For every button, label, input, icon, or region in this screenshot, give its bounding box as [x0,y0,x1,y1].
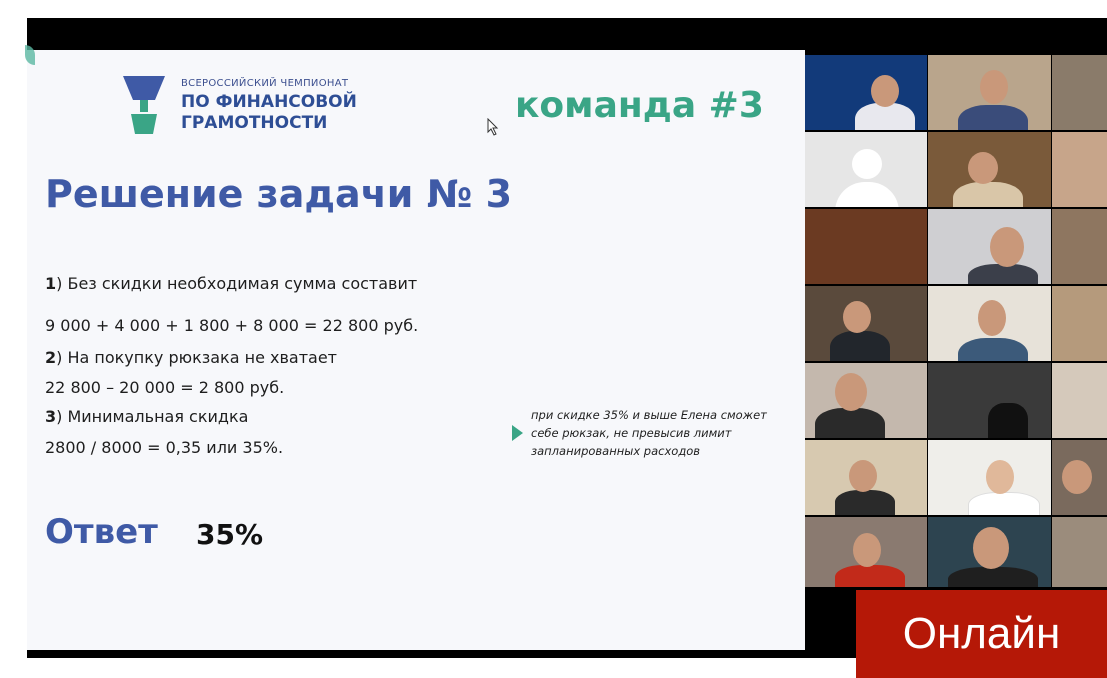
participant-video[interactable] [1052,286,1107,361]
step-number: 2 [45,348,57,367]
logo-line-3: ГРАМОТНОСТИ [181,113,328,133]
step-1: 1) Без скидки необходимая сумма составит [45,274,417,293]
championship-logo: ВСЕРОССИЙСКИЙ ЧЕМПИОНАТ ПО ФИНАНСОВОЙ ГР… [121,74,401,140]
participants-video-grid [805,55,1107,587]
team-label: команда #3 [515,85,764,126]
step-2: 2) На покупку рюкзака не хватает [45,348,337,367]
step-1-calc: 9 000 + 4 000 + 1 800 + 8 000 = 22 800 р… [45,316,419,335]
participant-video[interactable] [928,286,1051,361]
participant-video[interactable] [1052,132,1107,207]
participant-video[interactable] [805,517,927,587]
online-badge: Онлайн [856,590,1107,678]
participant-video[interactable] [928,209,1051,284]
cup-icon [123,76,165,134]
answer-label: Ответ [45,512,158,552]
participant-video[interactable] [928,132,1051,207]
answer-value: 35% [196,518,264,551]
participant-video[interactable] [1052,55,1107,130]
participant-video[interactable] [805,209,927,284]
note-line: запланированных расходов [531,444,701,458]
step-text: ) На покупку рюкзака не хватает [56,348,337,367]
participant-video[interactable] [928,55,1051,130]
slide-title: Решение задачи № 3 [45,172,513,216]
participant-video[interactable] [805,363,927,438]
step-number: 1 [45,274,57,293]
logo-line-2: ПО ФИНАНСОВОЙ [181,92,357,112]
step-text: ) Без скидки необходимая сумма составит [56,274,418,293]
participant-video[interactable] [805,55,927,130]
logo-line-1: ВСЕРОССИЙСКИЙ ЧЕМПИОНАТ [181,78,349,89]
step-2-calc: 22 800 – 20 000 = 2 800 руб. [45,378,285,397]
participant-video[interactable] [1052,517,1107,587]
participant-video[interactable] [928,363,1051,438]
participant-video[interactable] [1052,440,1107,515]
participant-video-off[interactable] [805,132,927,207]
step-3-calc: 2800 / 8000 = 0,35 или 35%. [45,438,284,457]
participant-video[interactable] [928,517,1051,587]
note-line: себе рюкзак, не превысив лимит [531,426,732,440]
step-number: 3 [45,407,57,426]
participant-video[interactable] [805,286,927,361]
participant-video[interactable] [1052,209,1107,284]
participant-video[interactable] [928,440,1051,515]
avatar-icon [852,149,882,179]
note-line: при скидке 35% и выше Елена сможет [531,408,767,422]
step-text: ) Минимальная скидка [56,407,249,426]
step-3: 3) Минимальная скидка [45,407,248,426]
participant-video[interactable] [1052,363,1107,438]
triangle-bullet-icon [512,425,523,441]
participant-video[interactable] [805,440,927,515]
mouse-cursor-icon [487,118,499,136]
